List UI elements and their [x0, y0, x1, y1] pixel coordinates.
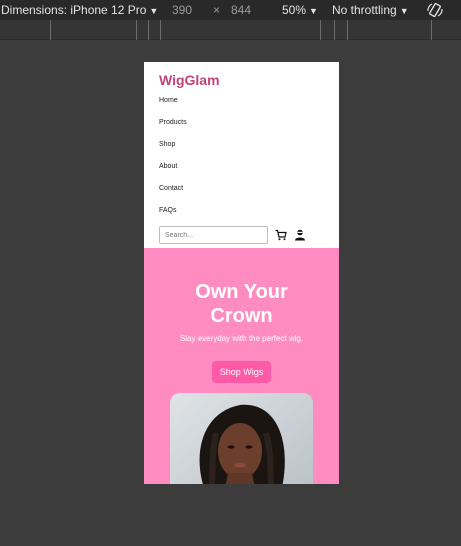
user-icon[interactable] [294, 229, 306, 241]
shop-wigs-button[interactable]: Shop Wigs [211, 361, 272, 383]
chevron-down-icon: ▼ [149, 6, 159, 16]
nav-about[interactable]: About [159, 163, 324, 185]
device-select[interactable]: Dimensions: iPhone 12 Pro ▼ [1, 2, 158, 19]
cart-icon[interactable] [275, 229, 287, 241]
search-input[interactable] [159, 226, 268, 244]
ruler-tick [320, 20, 321, 40]
nav-contact[interactable]: Contact [159, 185, 324, 207]
hero-section: Own Your Crown Slay everyday with the pe… [144, 248, 339, 484]
height-input[interactable]: 844 [231, 2, 251, 18]
dimension-separator: × [213, 3, 221, 17]
nav-products[interactable]: Products [159, 119, 324, 141]
hero-model-image [170, 393, 313, 484]
nav-shop[interactable]: Shop [159, 141, 324, 163]
media-query-ruler [0, 20, 461, 40]
main-nav: Home Products Shop About Contact FAQs [159, 97, 324, 229]
ruler-tick [160, 20, 161, 40]
throttling-select[interactable]: No throttling ▼ [332, 2, 409, 19]
chevron-down-icon: ▼ [399, 6, 409, 16]
devtools-device-toolbar: Dimensions: iPhone 12 Pro ▼ 390 × 844 50%… [0, 0, 461, 20]
zoom-label: 50% [282, 3, 307, 17]
site-header: WigGlam Home Products Shop About Contact… [144, 62, 339, 244]
throttling-label: No throttling [332, 3, 397, 17]
ruler-tick [431, 20, 432, 40]
site-logo[interactable]: WigGlam [159, 72, 324, 88]
ruler-tick [334, 20, 335, 40]
ruler-tick [148, 20, 149, 40]
hero-subtitle: Slay everyday with the perfect wig. [179, 334, 304, 343]
width-input[interactable]: 390 [172, 2, 192, 18]
ruler-tick [347, 20, 348, 40]
hero-title: Own Your Crown [195, 281, 288, 327]
device-viewport: WigGlam Home Products Shop About Contact… [144, 62, 339, 484]
ruler-tick [136, 20, 137, 40]
zoom-select[interactable]: 50% ▼ [282, 2, 318, 19]
device-label: Dimensions: iPhone 12 Pro [1, 3, 147, 17]
nav-home[interactable]: Home [159, 97, 324, 119]
chevron-down-icon: ▼ [309, 6, 318, 16]
search-row [159, 226, 324, 244]
rotate-icon[interactable] [426, 1, 444, 19]
ruler-tick [50, 20, 51, 40]
